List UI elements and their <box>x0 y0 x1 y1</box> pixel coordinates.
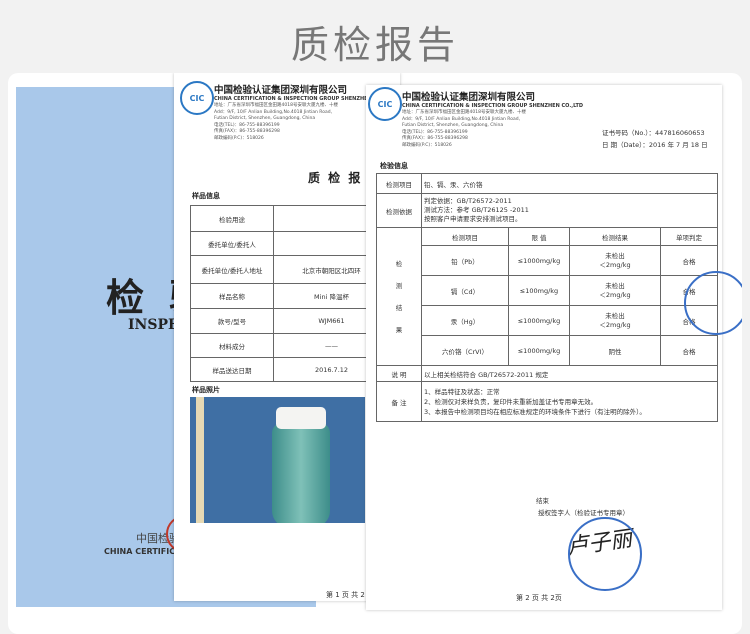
table-row: 铅（Pb） ≤1000mg/kg 未检出 ＜2mg/kg 合格 <box>377 245 718 276</box>
result-label: 检 测 结 果 <box>376 227 422 366</box>
section-test-info: 检验信息 <box>380 162 408 170</box>
table-row: 备 注 1、样品特征及状态：正常 2、检测仅对来样负责，复印件未重新加盖证书专用… <box>376 381 718 422</box>
ruler-icon <box>196 397 204 523</box>
table-row: 镉（Cd） ≤100mg/kg 未检出 ＜2mg/kg 合格 <box>377 275 718 306</box>
table-row: 材料成分 —— <box>190 333 390 358</box>
page-2-footer: 第 2 页 共 2页 <box>516 594 562 602</box>
signer-label: 授权签字人（检验证书专用章） <box>538 509 629 517</box>
table-row: 款号/型号 WJM661 <box>190 308 390 334</box>
official-seal-icon <box>568 517 642 591</box>
table-row: 检测项目 铅、镉、汞、六价铬 <box>376 173 718 194</box>
table-row: 委托单位/委托人北京 <box>190 231 390 256</box>
page-1-footer: 第 1 页 共 2 <box>326 591 365 599</box>
section-sample-info: 样品信息 <box>192 192 220 200</box>
table-row: 委托单位/委托人地址 北京市朝阳区北四环 <box>190 255 390 284</box>
side-seal-icon <box>684 271 742 335</box>
sample-info-table: 检验用途 委托单位/委托人北京 委托单位/委托人地址北京市朝阳区北四环 样品名称… <box>190 205 390 382</box>
table-row: 样品送达日期 2016.7.12 <box>190 357 390 382</box>
cic-logo-icon: CIC <box>180 81 214 115</box>
sample-photo <box>190 397 365 523</box>
org-address: 地址：广东省深圳市福田区金田路4018号安联大厦九楼、十楼 Add：9/F, 1… <box>402 110 526 148</box>
table-row: 检 测 结 果 检测项目 限 值 检测结果 单项判定 <box>376 227 718 366</box>
page-title: 质检报告 <box>290 23 459 67</box>
test-info-table: 检测项目 铅、镉、汞、六价铬 检测依据 判定依据：GB/T26572-2011 … <box>376 173 718 422</box>
table-row: 说 明 以上相关检结符合 GB/T26572-2011 规定 <box>376 365 718 382</box>
report-date: 日 期（Date）：2016 年 7 月 18 日 <box>602 141 708 149</box>
report-stage: 检 验 INSPEC 中国检验 CHINA CERTIFICATI CIC 中国… <box>8 73 742 634</box>
report-number: 证书号码（No.）：447816060653 <box>602 129 705 137</box>
org-name-en: CHINA CERTIFICATION & INSPECTION GROUP S… <box>402 103 584 109</box>
end-mark: 结束 <box>536 497 549 505</box>
bottle-icon <box>272 423 330 523</box>
table-row: 六价铬（CrVI） ≤1000mg/kg 阴性 合格 <box>377 335 718 366</box>
doc-title: 质 检 报 <box>308 171 363 185</box>
section-sample-photo: 样品照片 <box>192 386 220 394</box>
org-name-cn: 中国检验认证集团深圳有限公司 <box>214 85 348 96</box>
org-address: 地址：广东省深圳市福田区金田路4018号安联大厦九楼、十楼 Add：9/F, 1… <box>214 103 338 141</box>
table-row: 检测依据 判定依据：GB/T26572-2011 测试方法：参考 GB/T261… <box>376 193 718 228</box>
table-row: 检验用途 <box>190 205 390 232</box>
table-row: 样品名称 Mini 降温杯 <box>190 283 390 309</box>
bottle-cap-icon <box>276 407 326 429</box>
report-page-2: CIC 中国检验认证集团深圳有限公司 CHINA CERTIFICATION &… <box>366 85 742 610</box>
table-row: 汞（Hg） ≤1000mg/kg 未检出 ＜2mg/kg 合格 <box>377 305 718 336</box>
cic-logo-icon: CIC <box>368 87 402 121</box>
org-name-cn: 中国检验认证集团深圳有限公司 <box>402 92 536 103</box>
